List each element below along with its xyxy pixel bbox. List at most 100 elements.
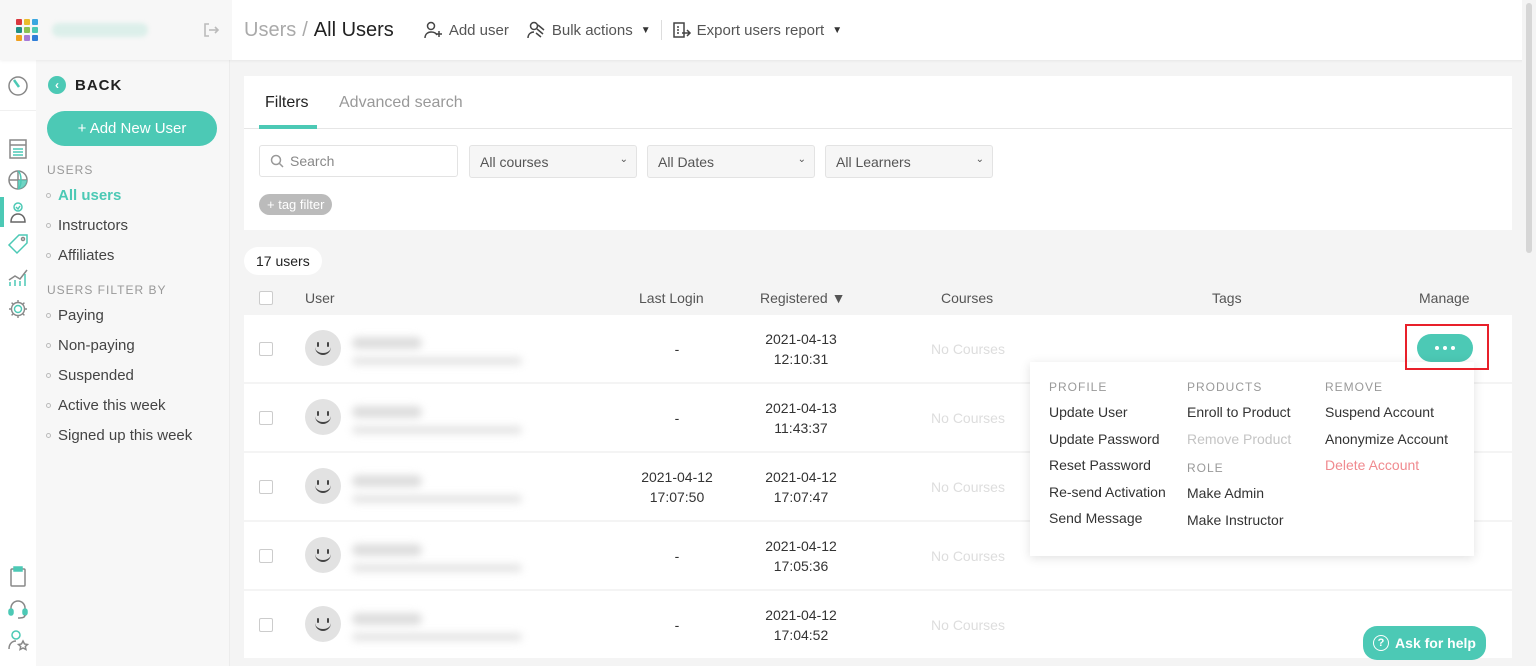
scrollbar-thumb[interactable] [1526, 3, 1532, 253]
dates-select[interactable]: All Dates ⌄ [647, 145, 815, 178]
tag-icon[interactable] [0, 231, 36, 257]
user-name-blurred[interactable] [352, 475, 422, 487]
user-name-blurred[interactable] [352, 544, 422, 556]
column-last-login[interactable]: Last Login [639, 290, 704, 306]
back-button[interactable]: ‹ BACK [48, 76, 122, 94]
menu-heading-profile: PROFILE [1049, 380, 1108, 394]
add-user-icon [424, 21, 442, 39]
table-header: User Last Login Registered ▼ Courses Tag… [244, 280, 1512, 315]
logout-icon[interactable] [202, 21, 220, 39]
add-user-button[interactable]: Add user [424, 21, 509, 39]
menu-heading-remove: REMOVE [1325, 380, 1384, 394]
menu-item-enroll-to-product[interactable]: Enroll to Product [1187, 404, 1291, 431]
users-icon[interactable] [0, 199, 36, 225]
learners-select[interactable]: All Learners ⌄ [825, 145, 993, 178]
courses-select-value: All courses [480, 153, 549, 170]
tab-filters[interactable]: Filters [265, 94, 309, 112]
courses-cell: No Courses [931, 478, 1005, 495]
row-checkbox[interactable] [259, 411, 273, 425]
sidebar-item-paying[interactable]: Paying [46, 307, 104, 324]
settings-gear-icon[interactable] [0, 296, 36, 322]
section-users-heading: USERS [47, 163, 94, 177]
menu-item-update-user[interactable]: Update User [1049, 404, 1166, 431]
last-login-date: - [674, 340, 680, 357]
registered-time: 11:43:37 [774, 419, 828, 436]
sidebar-item-label: Active this week [58, 397, 166, 414]
sidebar-item-instructors[interactable]: Instructors [46, 217, 128, 234]
add-tag-filter-button[interactable]: + tag filter [259, 194, 333, 215]
row-checkbox[interactable] [259, 618, 273, 632]
sidebar-item-label: Paying [58, 307, 104, 324]
active-tab-indicator [259, 125, 317, 129]
menu-item-update-password[interactable]: Update Password [1049, 431, 1166, 458]
registered-date: 2021-04-12 [765, 468, 837, 485]
user-name-blurred[interactable] [352, 613, 422, 625]
courses-cell: No Courses [931, 547, 1005, 564]
last-login-date: - [674, 409, 680, 426]
ask-for-help-button[interactable]: ? Ask for help [1363, 626, 1486, 660]
app-logo-icon[interactable] [16, 19, 38, 41]
menu-item-suspend-account[interactable]: Suspend Account [1325, 404, 1448, 431]
sidebar-item-active-this-week[interactable]: Active this week [46, 397, 166, 414]
column-registered[interactable]: Registered ▼ [760, 290, 845, 306]
manage-more-button[interactable] [1417, 334, 1473, 362]
menu-item-resend-activation[interactable]: Re-send Activation [1049, 484, 1166, 511]
user-name-blurred[interactable] [352, 406, 422, 418]
user-name-blurred[interactable] [352, 337, 422, 349]
logo-tile [16, 27, 22, 33]
support-headset-icon[interactable] [0, 596, 36, 622]
bulk-actions-dropdown[interactable]: Bulk actions ▼ [527, 21, 651, 39]
logo-tile [24, 27, 30, 33]
add-new-user-button[interactable]: + Add New User [47, 111, 217, 146]
user-star-icon[interactable] [0, 627, 36, 653]
bulk-users-icon [527, 21, 545, 39]
menu-item-delete-account[interactable]: Delete Account [1325, 457, 1448, 484]
dot [1443, 346, 1447, 350]
bullet-icon [46, 373, 51, 378]
last-login-cell: - [617, 315, 737, 382]
main-content: Filters Advanced search All courses ⌄ Al… [244, 76, 1512, 230]
menu-item-send-message[interactable]: Send Message [1049, 510, 1166, 537]
tab-advanced-search[interactable]: Advanced search [339, 94, 463, 112]
brand-area [0, 0, 232, 60]
chevron-down-icon: ⌄ [975, 154, 984, 165]
page-scrollbar[interactable] [1522, 0, 1536, 666]
caret-down-icon: ▼ [640, 24, 651, 36]
table-row: - 2021-04-12 17:04:52 No Courses [244, 591, 1512, 658]
analytics-icon[interactable] [0, 264, 36, 290]
chevron-down-icon: ⌄ [619, 154, 628, 165]
brand-name-blurred [52, 23, 148, 37]
breadcrumb-parent[interactable]: Users [244, 19, 296, 42]
icon-rail [0, 60, 36, 666]
sidebar-item-non-paying[interactable]: Non-paying [46, 337, 135, 354]
search-field[interactable] [259, 145, 458, 177]
menu-item-make-instructor[interactable]: Make Instructor [1187, 512, 1291, 539]
courses-select[interactable]: All courses ⌄ [469, 145, 637, 178]
search-icon [270, 154, 284, 168]
clipboard-icon[interactable] [0, 564, 36, 590]
search-input[interactable] [290, 153, 450, 169]
breadcrumb: Users / All Users [244, 19, 394, 42]
sidebar-item-all-users[interactable]: All users [46, 187, 121, 204]
registered-time: 12:10:31 [773, 350, 829, 367]
row-checkbox[interactable] [259, 342, 273, 356]
export-report-icon [672, 22, 691, 38]
menu-item-anonymize-account[interactable]: Anonymize Account [1325, 431, 1448, 458]
sidebar-item-signed-up-this-week[interactable]: Signed up this week [46, 427, 192, 444]
pages-icon[interactable] [0, 136, 36, 162]
avatar [305, 468, 341, 504]
avatar-mouth [315, 347, 331, 355]
globe-icon[interactable] [0, 167, 36, 193]
sidebar-item-suspended[interactable]: Suspended [46, 367, 134, 384]
menu-item-remove-product[interactable]: Remove Product [1187, 431, 1291, 458]
export-users-report-dropdown[interactable]: Export users report ▼ [672, 21, 842, 39]
sidebar-item-affiliates[interactable]: Affiliates [46, 247, 114, 264]
select-all-checkbox[interactable] [259, 291, 273, 305]
logo-tile [32, 35, 38, 41]
row-checkbox[interactable] [259, 549, 273, 563]
row-checkbox[interactable] [259, 480, 273, 494]
menu-item-make-admin[interactable]: Make Admin [1187, 485, 1291, 512]
dashboard-gauge-icon[interactable] [0, 73, 36, 99]
menu-item-reset-password[interactable]: Reset Password [1049, 457, 1166, 484]
top-bar: Users / All Users Add user Bulk actions … [0, 0, 1536, 60]
